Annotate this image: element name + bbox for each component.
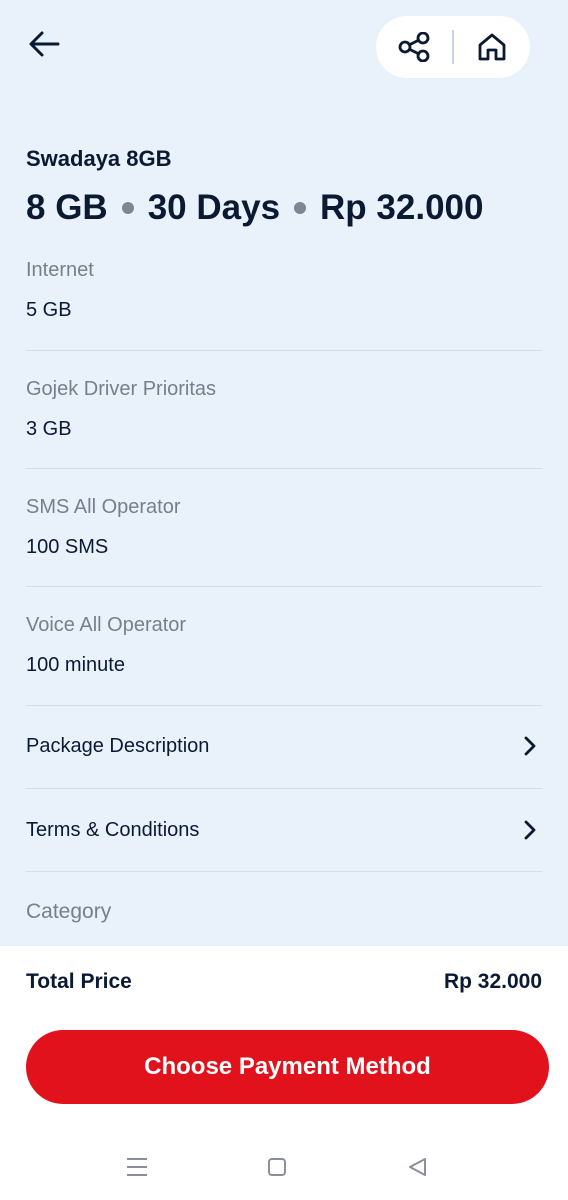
separator-dot [121, 202, 134, 214]
separator-dot [294, 202, 307, 214]
total-price-value: Rp 32.000 [443, 970, 542, 993]
header-actions [376, 16, 530, 78]
divider [26, 788, 542, 789]
detail-sms-all-operator: SMS All Operator 100 SMS [26, 496, 542, 559]
divider [26, 350, 542, 351]
package-duration: 30 Days [147, 188, 281, 227]
share-button[interactable] [376, 16, 452, 78]
total-price-row: Total Price Rp 32.000 [26, 970, 542, 994]
category-label: Category [26, 900, 112, 923]
package-description-label: Package Description [26, 734, 210, 757]
chevron-right-icon [518, 734, 542, 758]
package-detail-area: Swadaya 8GB 8 GB 30 Days Rp 32.000 Inter… [0, 0, 568, 946]
triangle-back-icon [409, 1158, 426, 1176]
detail-label: Gojek Driver Prioritas [26, 378, 217, 400]
menu-icon [127, 1158, 147, 1176]
system-back-button[interactable] [402, 1152, 432, 1182]
detail-value: 100 minute [26, 654, 125, 676]
chevron-right-icon [518, 818, 542, 842]
terms-conditions-link[interactable]: Terms & Conditions [26, 805, 542, 855]
detail-voice-all-operator: Voice All Operator 100 minute [26, 614, 542, 677]
system-home-button[interactable] [262, 1152, 292, 1182]
divider [26, 468, 542, 469]
package-summary: 8 GB 30 Days Rp 32.000 [26, 188, 483, 228]
home-icon [478, 33, 506, 61]
detail-value: 100 SMS [26, 536, 109, 558]
divider [26, 586, 542, 587]
terms-conditions-label: Terms & Conditions [26, 818, 200, 841]
detail-label: SMS All Operator [26, 496, 181, 518]
system-navigation-bar [0, 1130, 568, 1200]
divider [26, 705, 542, 706]
package-description-link[interactable]: Package Description [26, 721, 542, 771]
square-icon [268, 1158, 286, 1176]
package-quota: 8 GB [26, 188, 108, 227]
recent-apps-button[interactable] [122, 1152, 152, 1182]
home-button[interactable] [454, 16, 530, 78]
choose-payment-method-button[interactable]: Choose Payment Method [26, 1030, 549, 1104]
back-button[interactable] [24, 24, 64, 64]
arrow-left-icon [29, 31, 60, 57]
share-icon [398, 32, 430, 62]
package-name: Swadaya 8GB [26, 146, 172, 171]
detail-value: 5 GB [26, 299, 72, 321]
detail-value: 3 GB [26, 418, 72, 440]
divider [26, 871, 542, 872]
detail-label: Voice All Operator [26, 614, 187, 636]
detail-internet: Internet 5 GB [26, 259, 542, 322]
detail-label: Internet [26, 259, 94, 281]
total-price-label: Total Price [26, 970, 132, 993]
detail-gojek-driver-prioritas: Gojek Driver Prioritas 3 GB [26, 378, 542, 441]
package-price: Rp 32.000 [320, 188, 484, 227]
